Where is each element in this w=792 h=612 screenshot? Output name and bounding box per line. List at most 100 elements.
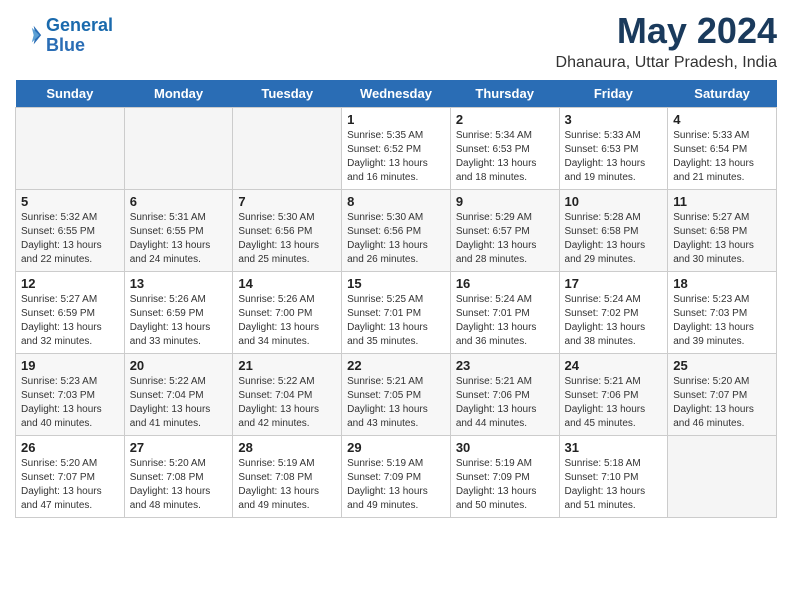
calendar-cell: 7 Sunrise: 5:30 AM Sunset: 6:56 PM Daylig… [233,190,342,272]
logo-line1: General [46,15,113,35]
day-info: Sunrise: 5:30 AM Sunset: 6:56 PM Dayligh… [347,211,445,267]
day-number: 2 [456,112,554,127]
calendar-cell: 28 Sunrise: 5:19 AM Sunset: 7:08 PM Dayli… [233,436,342,518]
logo-icon [15,22,43,50]
day-info: Sunrise: 5:21 AM Sunset: 7:05 PM Dayligh… [347,375,445,431]
calendar-cell: 13 Sunrise: 5:26 AM Sunset: 6:59 PM Dayli… [124,272,233,354]
day-header-monday: Monday [124,80,233,108]
day-info: Sunrise: 5:35 AM Sunset: 6:52 PM Dayligh… [347,129,445,185]
week-row-3: 12 Sunrise: 5:27 AM Sunset: 6:59 PM Dayli… [16,272,777,354]
day-info: Sunrise: 5:18 AM Sunset: 7:10 PM Dayligh… [565,457,663,513]
day-info: Sunrise: 5:22 AM Sunset: 7:04 PM Dayligh… [130,375,228,431]
calendar-cell: 15Sunrise: 5:25 AM Sunset: 7:01 PM Dayli… [342,272,451,354]
day-info: Sunrise: 5:27 AM Sunset: 6:58 PM Dayligh… [673,211,771,267]
calendar-cell: 4Sunrise: 5:33 AM Sunset: 6:54 PM Daylig… [668,108,777,190]
day-info: Sunrise: 5:33 AM Sunset: 6:53 PM Dayligh… [565,129,663,185]
day-number: 24 [565,358,663,373]
day-number: 7 [238,194,336,209]
day-info: Sunrise: 5:31 AM Sunset: 6:55 PM Dayligh… [130,211,228,267]
calendar-cell: 31 Sunrise: 5:18 AM Sunset: 7:10 PM Dayli… [559,436,668,518]
week-row-1: 1 Sunrise: 5:35 AM Sunset: 6:52 PM Daylig… [16,108,777,190]
calendar-cell: 30 Sunrise: 5:19 AM Sunset: 7:09 PM Dayli… [450,436,559,518]
day-number: 4 [673,112,771,127]
week-row-5: 26Sunrise: 5:20 AM Sunset: 7:07 PM Dayli… [16,436,777,518]
calendar-cell: 5 Sunrise: 5:32 AM Sunset: 6:55 PM Daylig… [16,190,125,272]
calendar-cell: 2Sunrise: 5:34 AM Sunset: 6:53 PM Daylig… [450,108,559,190]
day-header-saturday: Saturday [668,80,777,108]
day-number: 30 [456,440,554,455]
day-number: 28 [238,440,336,455]
day-number: 22 [347,358,445,373]
day-info: Sunrise: 5:20 AM Sunset: 7:08 PM Dayligh… [130,457,228,513]
calendar-cell: 18Sunrise: 5:23 AM Sunset: 7:03 PM Dayli… [668,272,777,354]
day-info: Sunrise: 5:32 AM Sunset: 6:55 PM Dayligh… [21,211,119,267]
logo-text: General Blue [46,16,113,56]
calendar-cell: 17 Sunrise: 5:24 AM Sunset: 7:02 PM Dayli… [559,272,668,354]
calendar-cell: 10Sunrise: 5:28 AM Sunset: 6:58 PM Dayli… [559,190,668,272]
day-number: 19 [21,358,119,373]
calendar-cell [16,108,125,190]
day-number: 8 [347,194,445,209]
subtitle: Dhanaura, Uttar Pradesh, India [556,54,777,72]
days-header-row: SundayMondayTuesdayWednesdayThursdayFrid… [16,80,777,108]
day-number: 17 [565,276,663,291]
day-info: Sunrise: 5:25 AM Sunset: 7:01 PM Dayligh… [347,293,445,349]
day-number: 16 [456,276,554,291]
calendar-cell: 3 Sunrise: 5:33 AM Sunset: 6:53 PM Daylig… [559,108,668,190]
calendar-cell [233,108,342,190]
calendar-cell: 24 Sunrise: 5:21 AM Sunset: 7:06 PM Dayli… [559,354,668,436]
day-info: Sunrise: 5:20 AM Sunset: 7:07 PM Dayligh… [673,375,771,431]
day-info: Sunrise: 5:22 AM Sunset: 7:04 PM Dayligh… [238,375,336,431]
calendar-cell: 16 Sunrise: 5:24 AM Sunset: 7:01 PM Dayli… [450,272,559,354]
day-number: 5 [21,194,119,209]
day-number: 3 [565,112,663,127]
week-row-2: 5 Sunrise: 5:32 AM Sunset: 6:55 PM Daylig… [16,190,777,272]
day-info: Sunrise: 5:30 AM Sunset: 6:56 PM Dayligh… [238,211,336,267]
day-number: 26 [21,440,119,455]
day-number: 12 [21,276,119,291]
day-info: Sunrise: 5:24 AM Sunset: 7:01 PM Dayligh… [456,293,554,349]
day-number: 13 [130,276,228,291]
day-number: 18 [673,276,771,291]
calendar-cell: 6 Sunrise: 5:31 AM Sunset: 6:55 PM Daylig… [124,190,233,272]
calendar-cell: 14 Sunrise: 5:26 AM Sunset: 7:00 PM Dayli… [233,272,342,354]
day-info: Sunrise: 5:23 AM Sunset: 7:03 PM Dayligh… [21,375,119,431]
calendar-cell: 11Sunrise: 5:27 AM Sunset: 6:58 PM Dayli… [668,190,777,272]
calendar-cell: 19 Sunrise: 5:23 AM Sunset: 7:03 PM Dayli… [16,354,125,436]
calendar-cell [124,108,233,190]
day-info: Sunrise: 5:24 AM Sunset: 7:02 PM Dayligh… [565,293,663,349]
calendar-cell: 23 Sunrise: 5:21 AM Sunset: 7:06 PM Dayli… [450,354,559,436]
calendar-table: SundayMondayTuesdayWednesdayThursdayFrid… [15,80,777,518]
day-header-sunday: Sunday [16,80,125,108]
calendar-cell: 26Sunrise: 5:20 AM Sunset: 7:07 PM Dayli… [16,436,125,518]
calendar-cell: 1 Sunrise: 5:35 AM Sunset: 6:52 PM Daylig… [342,108,451,190]
day-info: Sunrise: 5:19 AM Sunset: 7:09 PM Dayligh… [456,457,554,513]
logo: General Blue [15,16,113,56]
day-number: 23 [456,358,554,373]
day-number: 10 [565,194,663,209]
calendar-cell: 20Sunrise: 5:22 AM Sunset: 7:04 PM Dayli… [124,354,233,436]
day-number: 1 [347,112,445,127]
calendar-cell: 22 Sunrise: 5:21 AM Sunset: 7:05 PM Dayli… [342,354,451,436]
logo-line2: Blue [46,35,85,55]
day-info: Sunrise: 5:29 AM Sunset: 6:57 PM Dayligh… [456,211,554,267]
calendar-cell: 9 Sunrise: 5:29 AM Sunset: 6:57 PM Daylig… [450,190,559,272]
day-header-friday: Friday [559,80,668,108]
day-info: Sunrise: 5:26 AM Sunset: 6:59 PM Dayligh… [130,293,228,349]
day-info: Sunrise: 5:27 AM Sunset: 6:59 PM Dayligh… [21,293,119,349]
day-info: Sunrise: 5:21 AM Sunset: 7:06 PM Dayligh… [565,375,663,431]
title-area: May 2024 Dhanaura, Uttar Pradesh, India [556,10,777,72]
calendar-cell: 25 Sunrise: 5:20 AM Sunset: 7:07 PM Dayli… [668,354,777,436]
day-number: 9 [456,194,554,209]
day-info: Sunrise: 5:19 AM Sunset: 7:08 PM Dayligh… [238,457,336,513]
day-number: 31 [565,440,663,455]
day-info: Sunrise: 5:21 AM Sunset: 7:06 PM Dayligh… [456,375,554,431]
day-number: 6 [130,194,228,209]
day-header-wednesday: Wednesday [342,80,451,108]
day-number: 14 [238,276,336,291]
day-info: Sunrise: 5:26 AM Sunset: 7:00 PM Dayligh… [238,293,336,349]
header: General Blue May 2024 Dhanaura, Uttar Pr… [15,10,777,72]
day-number: 25 [673,358,771,373]
main-title: May 2024 [556,10,777,52]
calendar-cell: 12 Sunrise: 5:27 AM Sunset: 6:59 PM Dayli… [16,272,125,354]
